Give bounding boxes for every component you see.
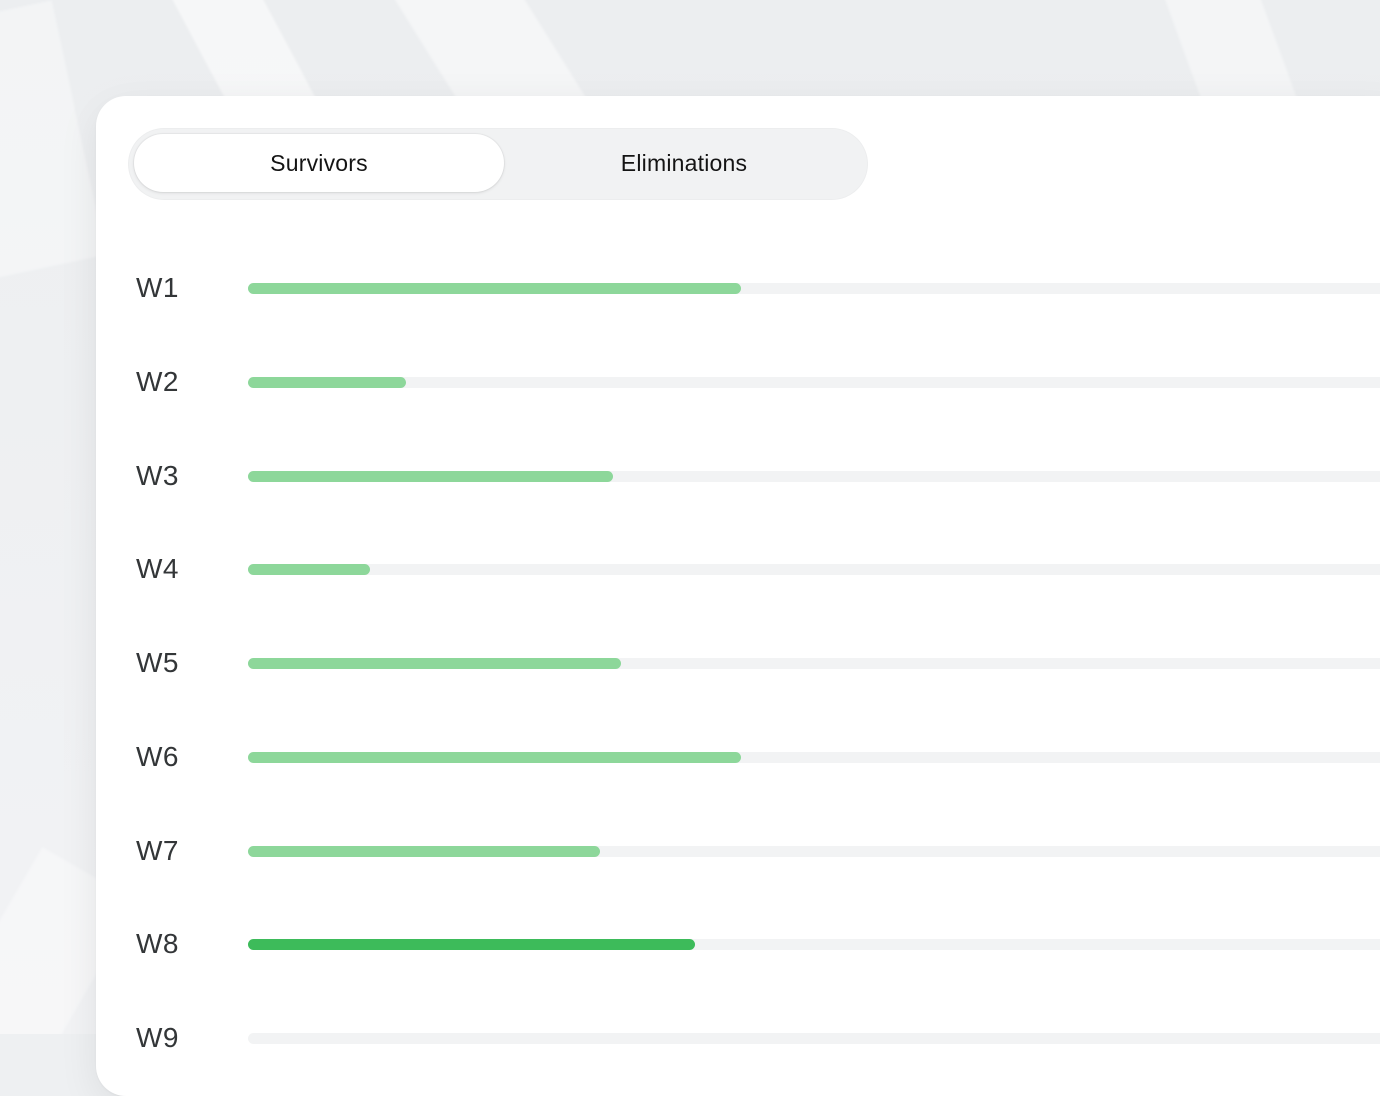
progress-fill — [248, 751, 742, 763]
progress-track — [248, 563, 1380, 575]
progress-track — [248, 657, 1380, 669]
week-label: W7 — [136, 835, 179, 866]
week-row: W3 — [136, 456, 1380, 496]
progress-track — [248, 751, 1380, 763]
progress-track — [248, 376, 1380, 388]
week-label: W5 — [136, 647, 179, 678]
week-label: W2 — [136, 366, 179, 397]
week-row: W4 — [136, 549, 1380, 589]
progress-track — [248, 938, 1380, 950]
progress-fill — [248, 563, 371, 575]
progress-fill — [248, 845, 600, 857]
week-row: W1 — [136, 268, 1380, 308]
progress-track — [248, 845, 1380, 857]
progress-fill — [248, 938, 695, 950]
week-row: W6 — [136, 737, 1380, 777]
week-progress-list: W1 W2 W3 W4 W5 W6 W7 W8 W9 — [96, 96, 1380, 1096]
progress-fill — [248, 376, 406, 388]
progress-fill — [248, 282, 742, 294]
week-row: W8 — [136, 924, 1380, 964]
stats-card: Survivors Eliminations W1 W2 W3 W4 W5 W6… — [96, 96, 1380, 1096]
week-label: W4 — [136, 553, 179, 584]
progress-track — [248, 1032, 1380, 1044]
progress-fill — [248, 470, 613, 482]
week-label: W3 — [136, 460, 179, 491]
week-label: W8 — [136, 928, 179, 959]
background-streak — [0, 0, 106, 280]
week-row: W9 — [136, 1018, 1380, 1058]
week-label: W6 — [136, 741, 179, 772]
week-label: W1 — [136, 272, 179, 303]
week-row: W2 — [136, 362, 1380, 402]
week-row: W7 — [136, 831, 1380, 871]
progress-track — [248, 470, 1380, 482]
progress-track — [248, 282, 1380, 294]
progress-fill — [248, 657, 622, 669]
week-label: W9 — [136, 1022, 179, 1053]
week-row: W5 — [136, 643, 1380, 683]
